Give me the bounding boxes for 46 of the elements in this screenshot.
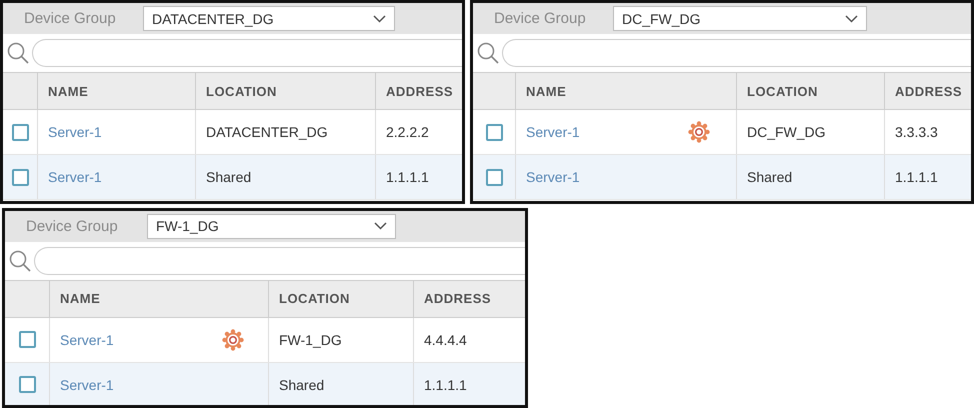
search-icon [8, 248, 32, 272]
location-cell: Shared [747, 169, 792, 185]
location-cell: DATACENTER_DG [206, 124, 328, 140]
search-field[interactable] [32, 39, 462, 67]
name-link[interactable]: Server-1 [60, 332, 222, 348]
column-header[interactable]: LOCATION [268, 280, 413, 316]
device-group-dropdown[interactable]: DC_FW_DG [613, 6, 867, 31]
chevron-icon [845, 14, 858, 22]
column-header[interactable]: ADDRESS [413, 280, 525, 316]
checkbox[interactable] [12, 168, 28, 186]
column-header[interactable]: ADDRESS [375, 73, 462, 109]
column-header[interactable]: NAME [49, 280, 268, 316]
search-icon [6, 41, 30, 65]
checkbox[interactable] [486, 168, 502, 186]
search-field[interactable] [34, 246, 525, 274]
address-cell: 3.3.3.3 [895, 124, 938, 140]
column-header[interactable]: NAME [515, 73, 736, 109]
location-cell: DC_FW_DG [747, 124, 826, 140]
location-cell: FW-1_DG [279, 332, 342, 348]
column-header[interactable]: LOCATION [195, 73, 375, 109]
checkbox[interactable] [12, 124, 28, 140]
checkbox[interactable] [18, 331, 36, 348]
address-cell: 2.2.2.2 [386, 124, 429, 140]
location-cell: Shared [279, 376, 324, 392]
name-link[interactable]: Server-1 [60, 376, 222, 392]
location-cell: Shared [206, 169, 252, 185]
device-group-label: Device Group [493, 10, 587, 27]
column-header[interactable]: ADDRESS [884, 73, 971, 109]
device-group-dropdown[interactable]: FW-1_DG [147, 214, 396, 238]
address-cell: 4.4.4.4 [424, 332, 467, 348]
address-cell: 1.1.1.1 [424, 376, 467, 392]
checkbox[interactable] [18, 376, 36, 393]
address-cell: 1.1.1.1 [386, 169, 429, 185]
search-icon [476, 41, 500, 65]
column-header[interactable]: NAME [37, 73, 195, 109]
checkbox[interactable] [486, 124, 502, 140]
address-cell: 1.1.1.1 [895, 169, 938, 185]
name-link[interactable]: Server-1 [526, 124, 688, 140]
device-group-dropdown[interactable]: DATACENTER_DG [143, 6, 395, 31]
name-link[interactable]: Server-1 [526, 169, 688, 185]
column-header[interactable]: LOCATION [736, 73, 884, 109]
device-group-label: Device Group [23, 10, 117, 27]
search-field[interactable] [502, 39, 971, 67]
chevron-icon [374, 222, 387, 230]
chevron-icon [373, 14, 386, 22]
device-group-label: Device Group [25, 218, 119, 234]
